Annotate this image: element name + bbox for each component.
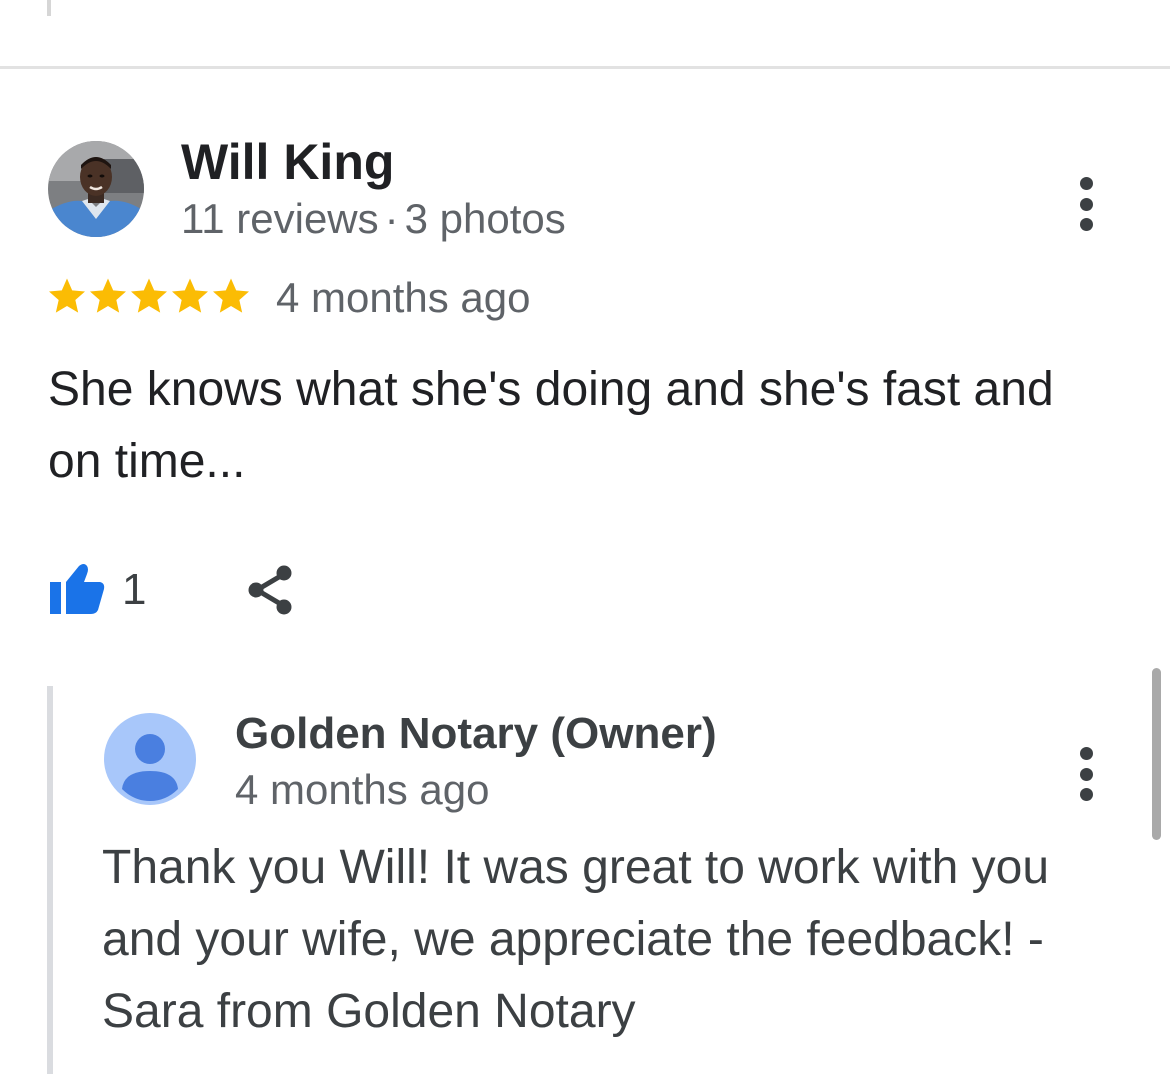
- star-icon: [213, 278, 249, 313]
- photos-count: 3 photos: [404, 195, 566, 242]
- like-button[interactable]: 1: [48, 560, 146, 620]
- star-icon: [49, 278, 85, 313]
- reviewer-avatar[interactable]: [48, 141, 144, 237]
- review-text: She knows what she's doing and she's fas…: [48, 363, 1054, 488]
- reply-more-icon[interactable]: [1066, 743, 1106, 805]
- meta-separator: ·: [384, 195, 399, 242]
- owner-name: Golden Notary (Owner): [235, 709, 717, 758]
- owner-reply-text: Thank you Will! It was great to work wit…: [102, 841, 1050, 1038]
- divider: [0, 66, 1170, 69]
- star-icon: [131, 278, 167, 313]
- reviewer-name[interactable]: Will King: [181, 133, 394, 191]
- share-button[interactable]: [244, 562, 298, 618]
- thumbs-up-icon: [50, 564, 105, 614]
- share-icon: [248, 565, 292, 615]
- star-icon: [172, 278, 208, 313]
- previous-reply-bar: [47, 0, 51, 16]
- review-page: Will King 11 reviews · 3 photos 4 months a…: [0, 0, 1170, 1074]
- reviewer-meta: 11 reviews · 3 photos: [181, 195, 566, 243]
- default-profile-icon: [104, 713, 196, 805]
- owner-avatar[interactable]: [104, 713, 196, 805]
- reply-indent-bar: [47, 686, 53, 1074]
- reviews-count: 11 reviews: [181, 195, 379, 242]
- like-count: 1: [122, 565, 147, 614]
- scrollbar[interactable]: [1152, 668, 1161, 840]
- star-rating: [47, 272, 252, 320]
- owner-reply-date: 4 months ago: [235, 766, 490, 813]
- review-more-icon[interactable]: [1066, 173, 1106, 235]
- star-icon: [90, 278, 126, 313]
- review-date: 4 months ago: [276, 274, 531, 321]
